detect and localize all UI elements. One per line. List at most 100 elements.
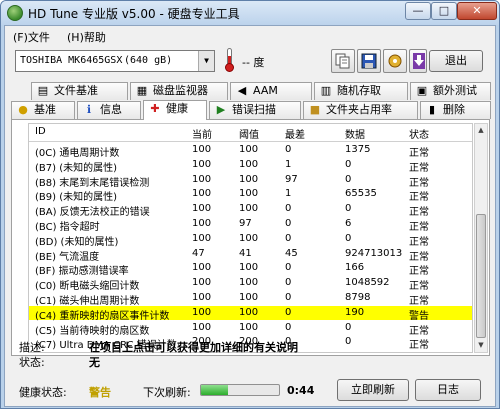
cell-current: 100 <box>192 292 212 303</box>
tab-erase[interactable]: ▮ 删除 <box>420 101 491 119</box>
hdtune-app-icon <box>7 5 23 21</box>
cell-data: 190 <box>345 306 365 318</box>
cell-data: 1048592 <box>345 277 390 289</box>
table-row[interactable]: (B8) 末尾到末尾错误检测 100 100 97 0 正常 <box>29 173 472 189</box>
cell-current: 100 <box>192 321 212 333</box>
scroll-up-icon[interactable]: ▲ <box>475 124 487 137</box>
download-button[interactable] <box>409 49 427 73</box>
cell-data: 8798 <box>345 292 371 303</box>
table-row[interactable]: (C1) 磁头伸出周期计数 100 100 0 8798 正常 <box>29 291 472 307</box>
table-row[interactable]: (B9) (未知的属性) 100 100 1 65535 正常 <box>29 187 472 204</box>
exit-button[interactable]: 退出 <box>429 50 483 72</box>
cell-id: (C1) 磁头伸出周期计数 <box>35 296 140 307</box>
tab-health[interactable]: ✚ 健康 <box>143 100 207 120</box>
table-row[interactable]: (0C) 通电周期计数 100 100 0 1375 正常 <box>29 143 472 159</box>
tab-label: AAM <box>253 84 278 97</box>
tab-random-access[interactable]: ▥ 随机存取 <box>314 82 408 100</box>
column-header-id[interactable]: ID <box>35 126 190 137</box>
minimize-button[interactable]: — <box>405 2 431 20</box>
cell-worst: 0 <box>285 203 292 215</box>
table-row[interactable]: (BE) 气流温度 47 41 45 924713013 正常 <box>29 247 472 263</box>
tab-disk-monitor[interactable]: ▦ 磁盘监视器 <box>130 82 228 100</box>
log-button[interactable]: 日志 <box>415 379 481 401</box>
cell-data: 6 <box>345 218 352 229</box>
cell-threshold: 100 <box>239 232 259 244</box>
cell-id: (C5) 当前待映射的扇区数 <box>35 325 150 337</box>
refresh-now-button[interactable]: 立即刷新 <box>337 379 409 401</box>
table-scrollbar[interactable]: ▲ ▼ <box>474 123 488 353</box>
floppy-disk-icon <box>361 53 377 69</box>
cell-current: 100 <box>192 203 212 215</box>
table-row[interactable]: (B7) (未知的属性) 100 100 1 0 正常 <box>29 158 472 174</box>
column-header-worst[interactable]: 最差 <box>285 126 305 141</box>
menu-file[interactable]: (F)文件 <box>13 29 50 45</box>
table-row[interactable]: (BC) 指令超时 100 97 0 6 正常 <box>29 217 472 233</box>
app-window: HD Tune 专业版 v5.00 - 硬盘专业工具 — □ ✕ (F)文件 (… <box>0 0 500 409</box>
description-label: 描述: <box>19 341 45 354</box>
cell-worst: 97 <box>285 173 298 185</box>
health-cross-icon: ✚ <box>150 102 160 115</box>
cell-id: (B7) (未知的属性) <box>35 162 118 174</box>
cell-current: 100 <box>192 158 212 170</box>
cell-status: 正常 <box>409 251 429 263</box>
tab-error-scan[interactable]: ▶ 错误扫描 <box>209 101 301 119</box>
column-header-threshold[interactable]: 阈值 <box>239 126 259 141</box>
table-row[interactable]: (BA) 反馈无法校正的错误 100 100 0 0 正常 <box>29 202 472 219</box>
cell-id: (B9) (未知的属性) <box>35 192 118 204</box>
health-panel: ID 当前 阈值 最差 数据 状态 (0C) 通电周期计数 100 100 0 1375… <box>11 119 490 356</box>
cell-threshold: 100 <box>239 203 259 215</box>
toolbar: TOSHIBA MK6465GSX (640 gB) ▼ -- 度 退出 <box>5 45 495 81</box>
cell-data: 0 <box>345 336 352 348</box>
column-header-data[interactable]: 数据 <box>345 126 365 141</box>
table-row[interactable]: (BF) 振动感测错误率 100 100 0 166 正常 <box>29 261 472 277</box>
file-benchmark-icon: ▤ <box>37 84 49 97</box>
tab-label: 磁盘监视器 <box>153 84 208 97</box>
close-button[interactable]: ✕ <box>457 2 497 20</box>
tab-benchmark[interactable]: ● 基准 <box>11 101 75 119</box>
table-row[interactable]: (C0) 断电磁头缩回计数 100 100 0 1048592 正常 <box>29 276 472 292</box>
cell-data: 0 <box>345 232 352 244</box>
table-row[interactable]: (C5) 当前待映射的扇区数 100 100 0 0 正常 <box>29 321 472 337</box>
maximize-button[interactable]: □ <box>431 2 457 20</box>
state-label: 状态: <box>19 356 45 369</box>
tab-label: 信息 <box>100 103 122 116</box>
options-button[interactable] <box>383 49 407 73</box>
copy-text-button[interactable] <box>331 49 355 73</box>
menu-help[interactable]: (H)帮助 <box>67 29 106 45</box>
scroll-thumb[interactable] <box>476 214 486 338</box>
cell-current: 100 <box>192 188 212 200</box>
tab-aam[interactable]: ◀ AAM <box>230 82 312 100</box>
drive-select[interactable]: TOSHIBA MK6465GSX (640 gB) ▼ <box>15 50 215 72</box>
tab-extra-tests[interactable]: ▣ 额外测试 <box>410 82 491 100</box>
table-row[interactable]: (BD) (未知的属性) 100 100 0 0 正常 <box>29 232 472 248</box>
cell-threshold: 100 <box>239 158 259 170</box>
cell-status: 正常 <box>409 340 429 352</box>
cell-status: 正常 <box>409 148 429 159</box>
scroll-down-icon[interactable]: ▼ <box>475 339 487 352</box>
cell-status: 正常 <box>409 207 429 219</box>
column-header-current[interactable]: 当前 <box>192 126 212 141</box>
title-bar[interactable]: HD Tune 专业版 v5.00 - 硬盘专业工具 — □ ✕ <box>1 1 499 25</box>
cell-id: (B8) 末尾到末尾错误检测 <box>35 177 150 189</box>
cell-status: 警告 <box>409 310 429 322</box>
tab-folder-usage[interactable]: ■ 文件夹占用率 <box>303 101 418 119</box>
cell-worst: 0 <box>285 292 292 303</box>
tab-label: 错误扫描 <box>232 103 276 116</box>
lightbulb-icon: ● <box>18 103 28 116</box>
column-header-status[interactable]: 状态 <box>409 126 429 141</box>
health-status-value: 警告 <box>89 386 111 399</box>
cell-worst: 1 <box>285 158 292 170</box>
tab-info[interactable]: ℹ 信息 <box>77 101 141 119</box>
cell-current: 100 <box>192 306 212 318</box>
cell-threshold: 100 <box>239 277 259 289</box>
chevron-down-icon[interactable]: ▼ <box>198 51 214 71</box>
cell-data: 0 <box>345 158 352 170</box>
table-row[interactable]: (C4) 重新映射的扇区事件计数 100 100 0 190 警告 <box>29 305 472 322</box>
save-screenshot-button[interactable] <box>357 49 381 73</box>
tab-label: 随机存取 <box>337 84 381 97</box>
state-value: 无 <box>89 356 100 369</box>
cell-threshold: 100 <box>239 173 259 185</box>
tab-file-benchmark[interactable]: ▤ 文件基准 <box>31 82 128 100</box>
cell-worst: 45 <box>285 247 298 259</box>
cell-worst: 0 <box>285 277 292 289</box>
